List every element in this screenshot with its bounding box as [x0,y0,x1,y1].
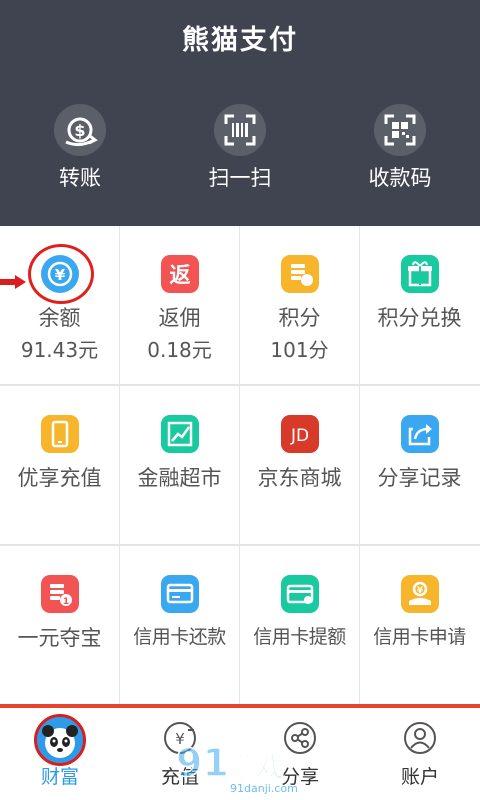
transfer-label: 转账 [59,166,101,190]
feature-grid: ¥ 余额 91.43元 返 返佣 0.18元 积分 101分 积分兑换 优享充值… [0,226,480,704]
tab-label: 财富 [40,766,79,788]
grid-item-value: 0.18元 [147,338,212,362]
card-limit-icon [281,575,319,613]
share-icon [401,415,439,453]
svg-text:返: 返 [170,263,191,287]
grid-item-one-yuan-treasure[interactable]: 1 一元夺宝 [0,546,119,704]
grid-item-label: 京东商城 [257,466,342,490]
grid-item-card-limit[interactable]: 信用卡提额 [240,546,359,704]
highlight-ring [28,244,94,304]
grid-item-label: 优享充值 [17,466,102,490]
grid-item-balance[interactable]: ¥ 余额 91.43元 [0,226,119,384]
svg-text:¥: ¥ [417,586,424,596]
user-icon [404,722,436,754]
grid-item-points-exchange[interactable]: 积分兑换 [360,226,480,384]
grid-item-share-records[interactable]: 分享记录 [360,386,480,544]
scan-label: 扫一扫 [208,166,272,190]
grid-item-points[interactable]: 积分 101分 [240,226,359,384]
chart-icon [161,415,199,453]
grid-item-label: 金融超市 [137,466,222,490]
grid-item-value: 91.43元 [20,338,99,362]
watermark-domain: 91danji.com [230,782,298,795]
gift-icon [401,255,439,293]
qr-code-icon [374,104,426,156]
arrow-right-icon [0,275,26,289]
page-title: 熊猫支付 [182,25,298,56]
grid-item-label: 返佣 [158,306,201,330]
tab-label: 账户 [400,766,439,788]
tab-account[interactable]: 账户 [360,708,480,800]
grid-item-value: 101分 [270,338,329,362]
tab-wealth[interactable]: 财富 [0,708,120,800]
grid-item-label: 一元夺宝 [17,626,102,650]
svg-text:1: 1 [63,597,69,607]
card-apply-icon: ¥ [401,575,439,613]
grid-item-label: 信用卡还款 [133,626,226,648]
grid-item-rebate[interactable]: 返 返佣 0.18元 [120,226,239,384]
quick-actions: $ 转账 扫一扫 收款码 [0,100,480,200]
grid-item-finance-market[interactable]: 金融超市 [120,386,239,544]
rebate-icon: 返 [161,255,199,293]
jd-icon: JD [281,415,319,453]
panda-icon [34,714,86,766]
grid-item-jd-mall[interactable]: JD 京东商城 [240,386,359,544]
watermark-logo: 91 游戏 91danji.com [175,740,298,795]
qr-code-label: 收款码 [368,166,432,190]
treasure-icon: 1 [41,575,79,613]
grid-item-label: 信用卡申请 [373,626,466,648]
header: 熊猫支付 $ 转账 扫一扫 收款码 [0,0,480,226]
watermark-text: 游戏 [228,750,284,783]
transfer-icon: $ [54,104,106,156]
grid-item-recharge[interactable]: 优享充值 [0,386,119,544]
grid-item-label: 信用卡提额 [253,626,346,648]
scan-button[interactable]: 扫一扫 [180,100,300,200]
scan-icon [214,104,266,156]
jd-icon-text: JD [290,426,309,446]
grid-item-label: 积分兑换 [377,306,462,330]
watermark-number: 91 [176,741,229,785]
card-repay-icon [161,575,199,613]
transfer-button[interactable]: $ 转账 [20,100,140,200]
points-icon [281,255,319,293]
phone-icon [41,415,79,453]
grid-item-label: 余额 [38,306,81,330]
grid-item-label: 分享记录 [377,466,462,490]
svg-text:$: $ [74,121,85,140]
grid-item-card-apply[interactable]: ¥ 信用卡申请 [360,546,480,704]
grid-item-label: 积分 [278,306,321,330]
grid-item-card-repay[interactable]: 信用卡还款 [120,546,239,704]
qr-code-button[interactable]: 收款码 [340,100,460,200]
